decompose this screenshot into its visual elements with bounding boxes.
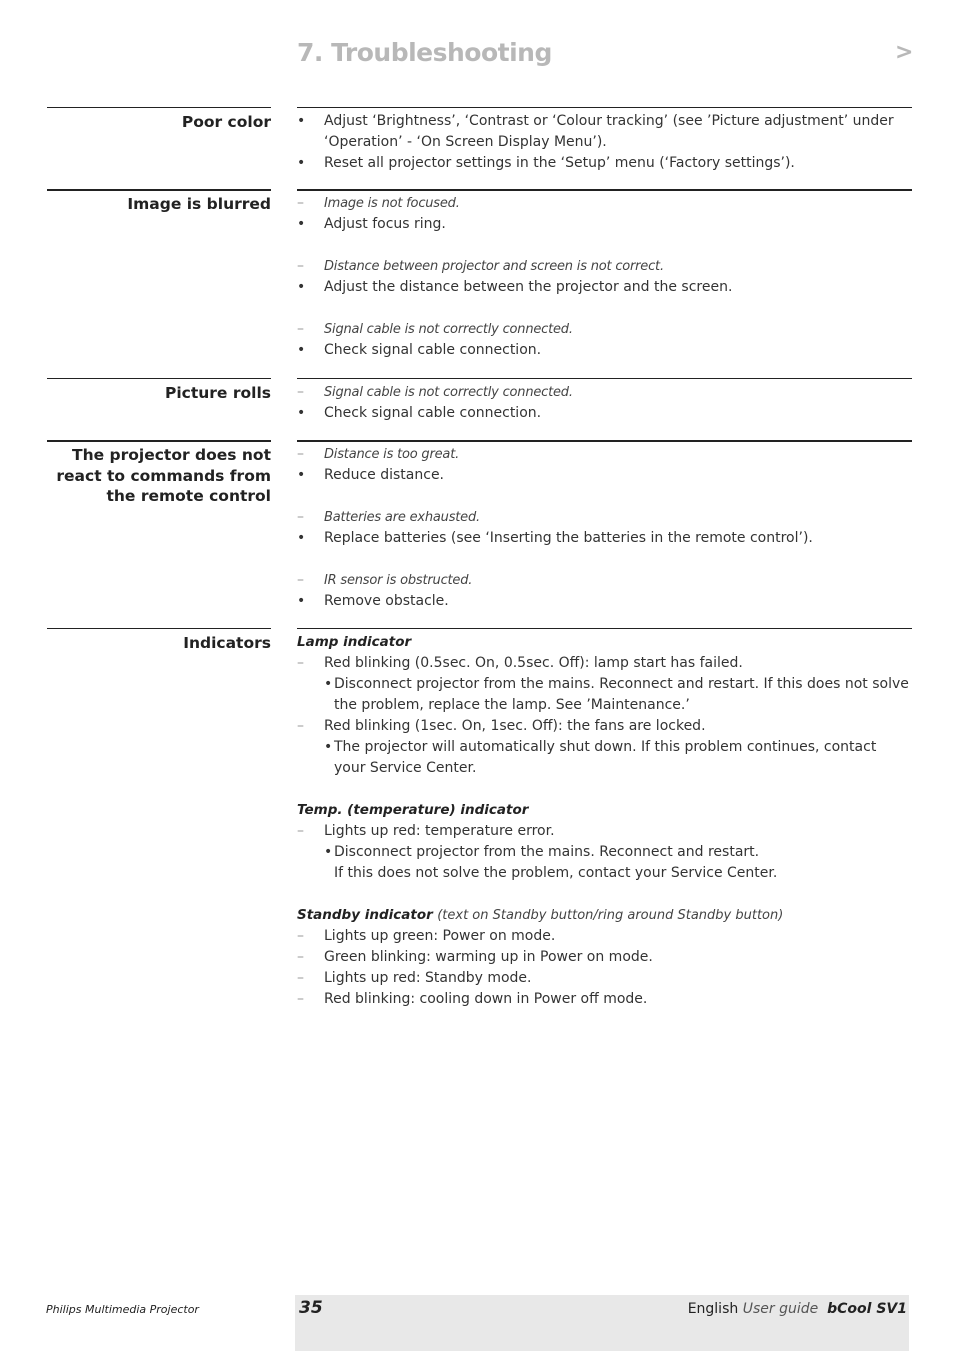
indicator-action: • Disconnect projector from the mains. Re… <box>297 842 912 863</box>
footer-band: 35 English User guide bCool SV1 <box>295 1295 909 1351</box>
bullet-icon: • <box>297 113 306 129</box>
standby-indicator-title: Standby indicator <box>297 907 433 923</box>
dash-icon: – <box>297 258 304 274</box>
bullet-item: • Remove obstacle. <box>297 591 912 612</box>
dash-icon: – <box>297 655 304 671</box>
section-divider <box>47 378 271 379</box>
temp-indicator-title: Temp. (temperature) indicator <box>297 802 529 818</box>
bullet-icon: • <box>297 216 306 232</box>
bullet-item: • Adjust focus ring. <box>297 214 912 235</box>
bullet-icon: • <box>297 155 306 171</box>
footer-guide: User guide <box>742 1301 819 1317</box>
section-divider <box>297 628 912 629</box>
section-divider <box>297 440 912 442</box>
bullet-icon: • <box>297 530 306 546</box>
section-heading: Picture rolls <box>164 384 271 402</box>
section-divider <box>297 378 912 379</box>
section-content: – Image is not focused. • Adjust focus rin… <box>297 193 912 361</box>
cause-item: – Distance between projector and screen i… <box>297 256 912 277</box>
bullet-item: • Reduce distance. <box>297 465 912 486</box>
bullet-item: • Reset all projector settings in the ‘Se… <box>297 153 912 174</box>
bullet-item: • Adjust the distance between the project… <box>297 277 912 298</box>
bullet-icon: • <box>324 739 333 755</box>
bullet-icon: • <box>297 342 306 358</box>
section-divider <box>47 440 271 442</box>
cause-item: – Distance is too great. <box>297 444 912 465</box>
section-divider <box>297 107 912 108</box>
cause-item: – Batteries are exhausted. <box>297 507 912 528</box>
footer-model: bCool SV1 <box>827 1301 907 1317</box>
footer-guide-info: English User guide bCool SV1 <box>688 1301 907 1317</box>
dash-icon: – <box>297 970 304 986</box>
bullet-icon: • <box>324 844 333 860</box>
standby-indicator-heading: Standby indicator (text on Standby butto… <box>297 905 912 926</box>
dash-icon: – <box>297 509 304 525</box>
section-content: Lamp indicator – Red blinking (0.5sec. On… <box>297 632 912 1010</box>
section-divider <box>297 189 912 191</box>
standby-indicator-note: (text on Standby button/ring around Stan… <box>437 908 784 923</box>
section-divider <box>47 189 271 191</box>
cause-item: – IR sensor is obstructed. <box>297 570 912 591</box>
dash-icon: – <box>297 928 304 944</box>
indicator-state: – Lights up green: Power on mode. <box>297 926 912 947</box>
section-divider <box>47 107 271 108</box>
dash-icon: – <box>297 949 304 965</box>
bullet-icon: • <box>324 676 333 692</box>
section-content: • Adjust ‘Brightness’, ‘Contrast or ‘Colo… <box>297 111 912 174</box>
dash-icon: – <box>297 446 304 462</box>
indicator-state: – Red blinking: cooling down in Power off… <box>297 989 912 1010</box>
section-heading: The projector does not react to commands… <box>56 446 271 505</box>
lamp-indicator-title: Lamp indicator <box>297 634 412 650</box>
page-title: 7. Troubleshooting <box>297 38 552 67</box>
bullet-icon: • <box>297 593 306 609</box>
dash-icon: – <box>297 195 304 211</box>
indicator-action-continued: If this does not solve the problem, cont… <box>334 865 778 881</box>
bullet-icon: • <box>297 467 306 483</box>
bullet-item: • Replace batteries (see ‘Inserting the b… <box>297 528 912 549</box>
page-number: 35 <box>299 1298 323 1318</box>
section-heading: Poor color <box>181 113 271 131</box>
bullet-item: • Check signal cable connection. <box>297 340 912 361</box>
indicator-state: – Red blinking (1sec. On, 1sec. Off): the… <box>297 716 912 737</box>
dash-icon: – <box>297 718 304 734</box>
bullet-icon: • <box>297 279 306 295</box>
section-heading: Indicators <box>183 634 271 652</box>
indicator-state: – Lights up red: temperature error. <box>297 821 912 842</box>
section-content: – Signal cable is not correctly connected… <box>297 382 912 424</box>
indicator-action: • Disconnect projector from the mains. Re… <box>324 676 909 713</box>
dash-icon: – <box>297 321 304 337</box>
dash-icon: – <box>297 572 304 588</box>
cause-item: – Signal cable is not correctly connected… <box>297 319 912 340</box>
bullet-item: • Check signal cable connection. <box>297 403 912 424</box>
indicator-state: – Red blinking (0.5sec. On, 0.5sec. Off):… <box>297 653 912 674</box>
bullet-icon: • <box>297 405 306 421</box>
dash-icon: – <box>297 991 304 1007</box>
cause-item: – Signal cable is not correctly connected… <box>297 382 912 403</box>
footer-product-name: Philips Multimedia Projector <box>46 1303 199 1316</box>
section-content: – Distance is too great. • Reduce distance… <box>297 444 912 612</box>
indicator-state: – Green blinking: warming up in Power on … <box>297 947 912 968</box>
footer-language: English <box>687 1301 739 1317</box>
section-heading: Image is blurred <box>127 195 271 213</box>
indicator-state: – Lights up red: Standby mode. <box>297 968 912 989</box>
next-page-arrow-icon: > <box>895 40 914 65</box>
dash-icon: – <box>297 823 304 839</box>
bullet-item: • Adjust ‘Brightness’, ‘Contrast or ‘Colo… <box>297 113 894 150</box>
dash-icon: – <box>297 384 304 400</box>
section-divider <box>47 628 271 629</box>
indicator-action: • The projector will automatically shut d… <box>324 739 877 776</box>
cause-item: – Image is not focused. <box>297 193 912 214</box>
